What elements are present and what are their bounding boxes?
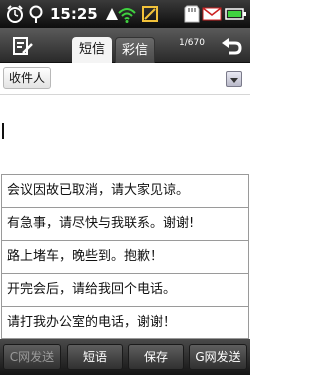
music-note-icon [142, 6, 158, 22]
recipient-dropdown-button[interactable] [226, 71, 242, 87]
bottom-toolbar: C网发送 短语 保存 G网发送 [0, 339, 250, 375]
mail-icon [202, 7, 222, 21]
sd-card-icon [184, 5, 200, 23]
recipient-row: 收件人 [0, 63, 250, 95]
back-arrow-icon[interactable] [221, 35, 243, 57]
chevron-down-icon [230, 78, 238, 83]
battery-icon [225, 8, 246, 20]
phrase-item[interactable]: 会议因故已取消，请大家见谅。 [2, 175, 248, 208]
recipient-button[interactable]: 收件人 [3, 67, 51, 89]
phrase-item[interactable]: 请打我办公室的电话，谢谢！ [2, 307, 248, 340]
compose-icon[interactable] [12, 36, 34, 56]
phrase-item[interactable]: 有急事，请尽快与我联系。谢谢! [2, 208, 248, 241]
phrase-item[interactable]: 开完会后，请给我回个电话。 [2, 274, 248, 307]
tab-sms[interactable]: 短信 [72, 37, 112, 63]
tab-mms[interactable]: 彩信 [115, 37, 155, 63]
save-button[interactable]: 保存 [128, 344, 184, 370]
wifi-icon [118, 8, 136, 23]
g-network-send-button[interactable]: G网发送 [189, 344, 247, 370]
quick-phrase-list: 会议因故已取消，请大家见谅。 有急事，请尽快与我联系。谢谢! 路上堵车，晚些到。… [1, 174, 249, 339]
c-network-send-button[interactable]: C网发送 [3, 344, 61, 370]
status-bar: 15:25 [0, 0, 250, 28]
text-cursor [2, 123, 4, 139]
alarm-clock-icon [7, 5, 23, 23]
phrase-item[interactable]: 路上堵车，晚些到。抱歉！ [2, 241, 248, 274]
location-pin-icon [29, 5, 43, 23]
phrases-button[interactable]: 短语 [67, 344, 123, 370]
message-input[interactable] [0, 96, 250, 173]
header-bar: 短信 彩信 1/670 [0, 28, 250, 63]
message-counter: 1/670 [179, 38, 205, 48]
